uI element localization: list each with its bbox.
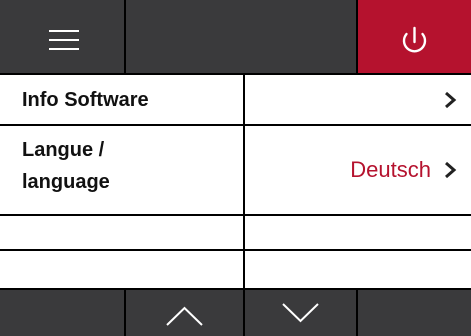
menu-item-label-line2: language: [22, 171, 110, 193]
top-bar-empty-slot: [126, 0, 356, 73]
chevron-up-icon: [166, 306, 203, 326]
device-screen: Info Software Langue / language Deutsch: [0, 0, 471, 336]
language-value: Deutsch: [350, 157, 431, 182]
chevron-right-icon: [445, 91, 457, 109]
menu-item-label-line1: Langue /: [22, 139, 105, 161]
power-button[interactable]: [358, 0, 471, 73]
chevron-right-icon: [445, 161, 457, 179]
bottom-bar-empty-slot: [0, 290, 124, 336]
menu-item-language[interactable]: Langue / language Deutsch: [0, 126, 471, 214]
power-icon: [402, 26, 427, 53]
menu-item-info-software[interactable]: Info Software: [0, 75, 471, 124]
hamburger-menu-icon: [49, 30, 79, 50]
scroll-down-button[interactable]: [245, 290, 356, 336]
menu-item-empty: [0, 251, 471, 288]
column-divider: [243, 75, 245, 288]
chevron-down-icon: [282, 303, 319, 323]
bottom-bar-empty-slot: [358, 290, 471, 336]
menu-button[interactable]: [0, 0, 124, 73]
menu-item-label: Info Software: [22, 89, 149, 111]
scroll-up-button[interactable]: [126, 290, 243, 336]
menu-item-empty: [0, 216, 471, 249]
